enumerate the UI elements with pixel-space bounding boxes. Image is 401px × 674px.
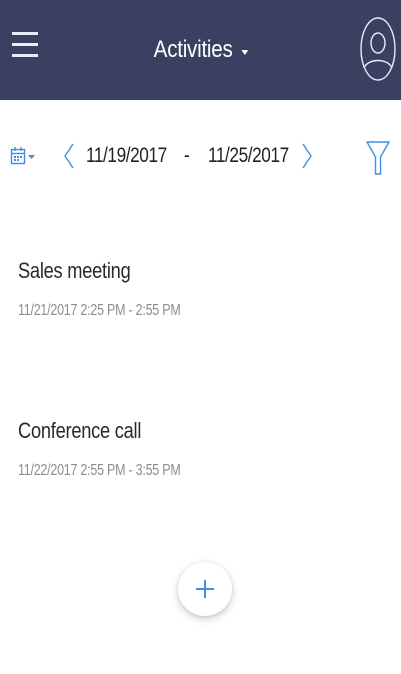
chevron-right-icon[interactable] <box>300 142 314 170</box>
hamburger-menu-icon[interactable] <box>12 28 40 68</box>
page-title: Activities <box>153 36 233 63</box>
activities-view-dropdown[interactable]: Activities <box>153 36 248 64</box>
calendar-icon[interactable] <box>10 146 38 168</box>
activities-screen: Activities 11/19/2017 - 11/25/2017 Sales… <box>0 0 401 674</box>
date-separator: - <box>184 144 190 167</box>
start-date[interactable]: 11/19/2017 <box>86 144 167 168</box>
end-date[interactable]: 11/25/2017 <box>208 144 289 168</box>
activity-item[interactable]: Sales meeting 11/21/2017 2:25 PM - 2:55 … <box>18 258 378 320</box>
header-title-container: Activities <box>0 0 401 100</box>
plus-icon <box>196 580 214 598</box>
user-avatar-icon[interactable] <box>360 16 396 82</box>
caret-down-icon <box>240 49 248 55</box>
activity-time: 11/21/2017 2:25 PM - 2:55 PM <box>18 302 181 319</box>
chevron-left-icon[interactable] <box>62 142 76 170</box>
date-range-bar: 11/19/2017 - 11/25/2017 <box>0 132 401 180</box>
filter-icon[interactable] <box>364 138 392 178</box>
activity-title: Sales meeting <box>18 258 131 283</box>
app-header: Activities <box>0 0 401 100</box>
add-activity-button[interactable] <box>178 562 232 616</box>
activity-title: Conference call <box>18 418 142 443</box>
activity-time: 11/22/2017 2:55 PM - 3:55 PM <box>18 462 181 479</box>
activity-item[interactable]: Conference call 11/22/2017 2:55 PM - 3:5… <box>18 418 378 480</box>
